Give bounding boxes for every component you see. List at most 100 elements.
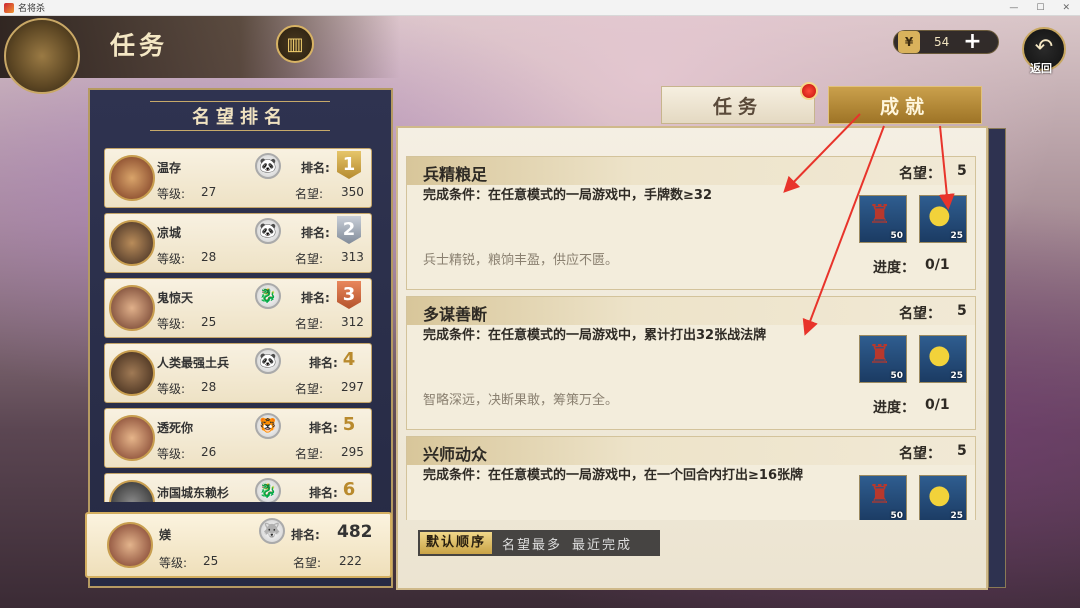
tab-tasks[interactable]: 任务	[661, 86, 815, 124]
window-title: 名将杀	[18, 4, 46, 14]
reward-item[interactable]: ♜ 50	[859, 475, 907, 520]
currency-icon: ¥	[898, 31, 920, 53]
task-flavor-text: 智略深远，决断果敢，筹策万全。	[423, 393, 619, 408]
rank-badge: 2	[337, 216, 361, 244]
close-icon[interactable]: ✕	[1062, 3, 1070, 13]
fame-label: 名望:	[293, 556, 322, 570]
avatar	[109, 285, 155, 331]
rank-label: 排名:	[309, 421, 338, 435]
page-title: 任务	[110, 31, 169, 60]
reward-item[interactable]: ● 25	[919, 335, 967, 383]
ranking-list[interactable]: 温存 🐼 排名: 1 等级: 27 名望: 350 凉城 🐼 排名: 2 等级:…	[104, 148, 372, 502]
avatar	[107, 522, 153, 568]
back-label[interactable]: 返回	[1030, 60, 1052, 76]
task-fame-value: 5	[957, 443, 967, 459]
ranking-row[interactable]: 鬼惊天 🐉 排名: 3 等级: 25 名望: 312	[104, 278, 372, 338]
task-title: 兵精粮足	[423, 165, 488, 184]
scroll-book-button[interactable]: ▥	[276, 25, 314, 63]
task-fame-value: 5	[957, 303, 967, 319]
gold-coins-icon: ●	[928, 200, 951, 230]
tiger-badge-icon: 🐯	[255, 413, 281, 439]
rank-label: 排名:	[301, 226, 330, 240]
panda-icon: 🐼	[255, 218, 281, 244]
level-value: 28	[201, 380, 217, 394]
progress-value: 0/1	[925, 257, 950, 273]
level-label: 等级:	[157, 187, 186, 201]
avatar	[109, 220, 155, 266]
gold-coins-icon: ●	[928, 340, 951, 370]
level-label: 等级:	[157, 382, 186, 396]
ranking-row[interactable]: 温存 🐼 排名: 1 等级: 27 名望: 350	[104, 148, 372, 208]
player-name: 媄	[159, 528, 172, 542]
task-condition: 完成条件：在任意模式的一局游戏中，累计打出32张战法牌	[423, 328, 767, 343]
task-title-bar	[407, 437, 975, 465]
back-arrow-icon: ↶	[1034, 35, 1054, 60]
reward-item[interactable]: ♜ 50	[859, 195, 907, 243]
ranking-row[interactable]: 凉城 🐼 排名: 2 等级: 28 名望: 313	[104, 213, 372, 273]
level-label: 等级:	[157, 252, 186, 266]
reward-item[interactable]: ♜ 50	[859, 335, 907, 383]
gold-coins-icon: ●	[928, 480, 951, 510]
task-flavor-text: 兵士精锐，粮饷丰盈，供应不匮。	[423, 253, 619, 268]
my-rank-value: 482	[337, 522, 373, 542]
dragon-emblem-icon	[4, 18, 80, 94]
task-title: 兴师动众	[423, 445, 488, 464]
task-clip-region: 兴师动众 名望： 5 完成条件：在任意模式的一局游戏中，在一个回合内打出≥16张…	[406, 436, 976, 520]
maximize-icon[interactable]: ☐	[1036, 3, 1044, 13]
player-name: 人类最强土兵	[157, 356, 230, 370]
add-currency-button[interactable]: +	[963, 31, 981, 53]
task-title: 多谋善断	[423, 305, 488, 324]
task-scrollbar[interactable]	[988, 128, 1006, 588]
fame-value: 297	[341, 380, 364, 394]
player-name: 温存	[157, 161, 182, 175]
cart-icon: ♜	[868, 480, 892, 510]
rank-label: 排名:	[309, 356, 338, 370]
rank-number: 4	[342, 349, 356, 370]
fame-label: 名望:	[295, 382, 324, 396]
minimize-icon[interactable]: —	[1009, 3, 1018, 13]
level-label: 等级:	[159, 556, 188, 570]
level-label: 等级:	[157, 317, 186, 331]
fame-value: 312	[341, 315, 364, 329]
rank-label: 排名:	[309, 486, 338, 500]
fame-value: 222	[339, 554, 362, 568]
reward-item[interactable]: ● 25	[919, 475, 967, 520]
reward-count: 25	[950, 511, 963, 520]
sort-by-fame-button[interactable]: 名望最多	[502, 534, 562, 553]
dragon-badge-icon: 🐉	[255, 283, 281, 309]
reward-item[interactable]: ● 25	[919, 195, 967, 243]
ranking-row[interactable]: 透死你 🐯 排名: 5 等级: 26 名望: 295	[104, 408, 372, 468]
ranking-title: 名望排名	[150, 101, 330, 131]
tab-achievements[interactable]: 成就	[828, 86, 982, 124]
rank-number: 6	[342, 479, 356, 500]
player-name: 透死你	[157, 421, 194, 435]
ranking-row[interactable]: 人类最强土兵 🐼 排名: 4 等级: 28 名望: 297	[104, 343, 372, 403]
task-condition: 完成条件：在任意模式的一局游戏中，手牌数≥32	[423, 188, 712, 203]
level-label: 等级:	[157, 447, 186, 461]
ranking-row[interactable]: 沛国城东赖杉 🐉 排名: 6	[104, 473, 372, 502]
panda-icon: 🐼	[255, 153, 281, 179]
sort-default-button[interactable]: 默认顺序	[420, 532, 493, 554]
cart-icon: ♜	[868, 340, 892, 370]
rank-badge: 1	[337, 151, 361, 179]
task-fame-value: 5	[957, 163, 967, 179]
avatar	[109, 415, 155, 461]
avatar	[109, 350, 155, 396]
fame-label: 名望:	[295, 317, 324, 331]
fame-label: 名望:	[295, 252, 324, 266]
reward-count: 25	[950, 231, 963, 241]
sort-recent-button[interactable]: 最近完成	[572, 534, 632, 553]
task-title-bar	[407, 157, 975, 185]
level-value: 25	[203, 554, 219, 568]
wolf-badge-icon: 🐺	[259, 518, 285, 544]
currency-value: 54	[934, 35, 950, 49]
player-name: 凉城	[157, 226, 182, 240]
task-fame-label: 名望：	[899, 166, 941, 182]
rank-label: 排名:	[301, 291, 330, 305]
task-card: 多谋善断 名望： 5 完成条件：在任意模式的一局游戏中，累计打出32张战法牌 智…	[406, 296, 976, 430]
player-name: 鬼惊天	[157, 291, 194, 305]
sort-bar: 默认顺序 名望最多 最近完成	[418, 530, 660, 556]
reward-count: 50	[890, 511, 903, 520]
level-value: 26	[201, 445, 217, 459]
progress-label: 进度：	[873, 260, 915, 276]
